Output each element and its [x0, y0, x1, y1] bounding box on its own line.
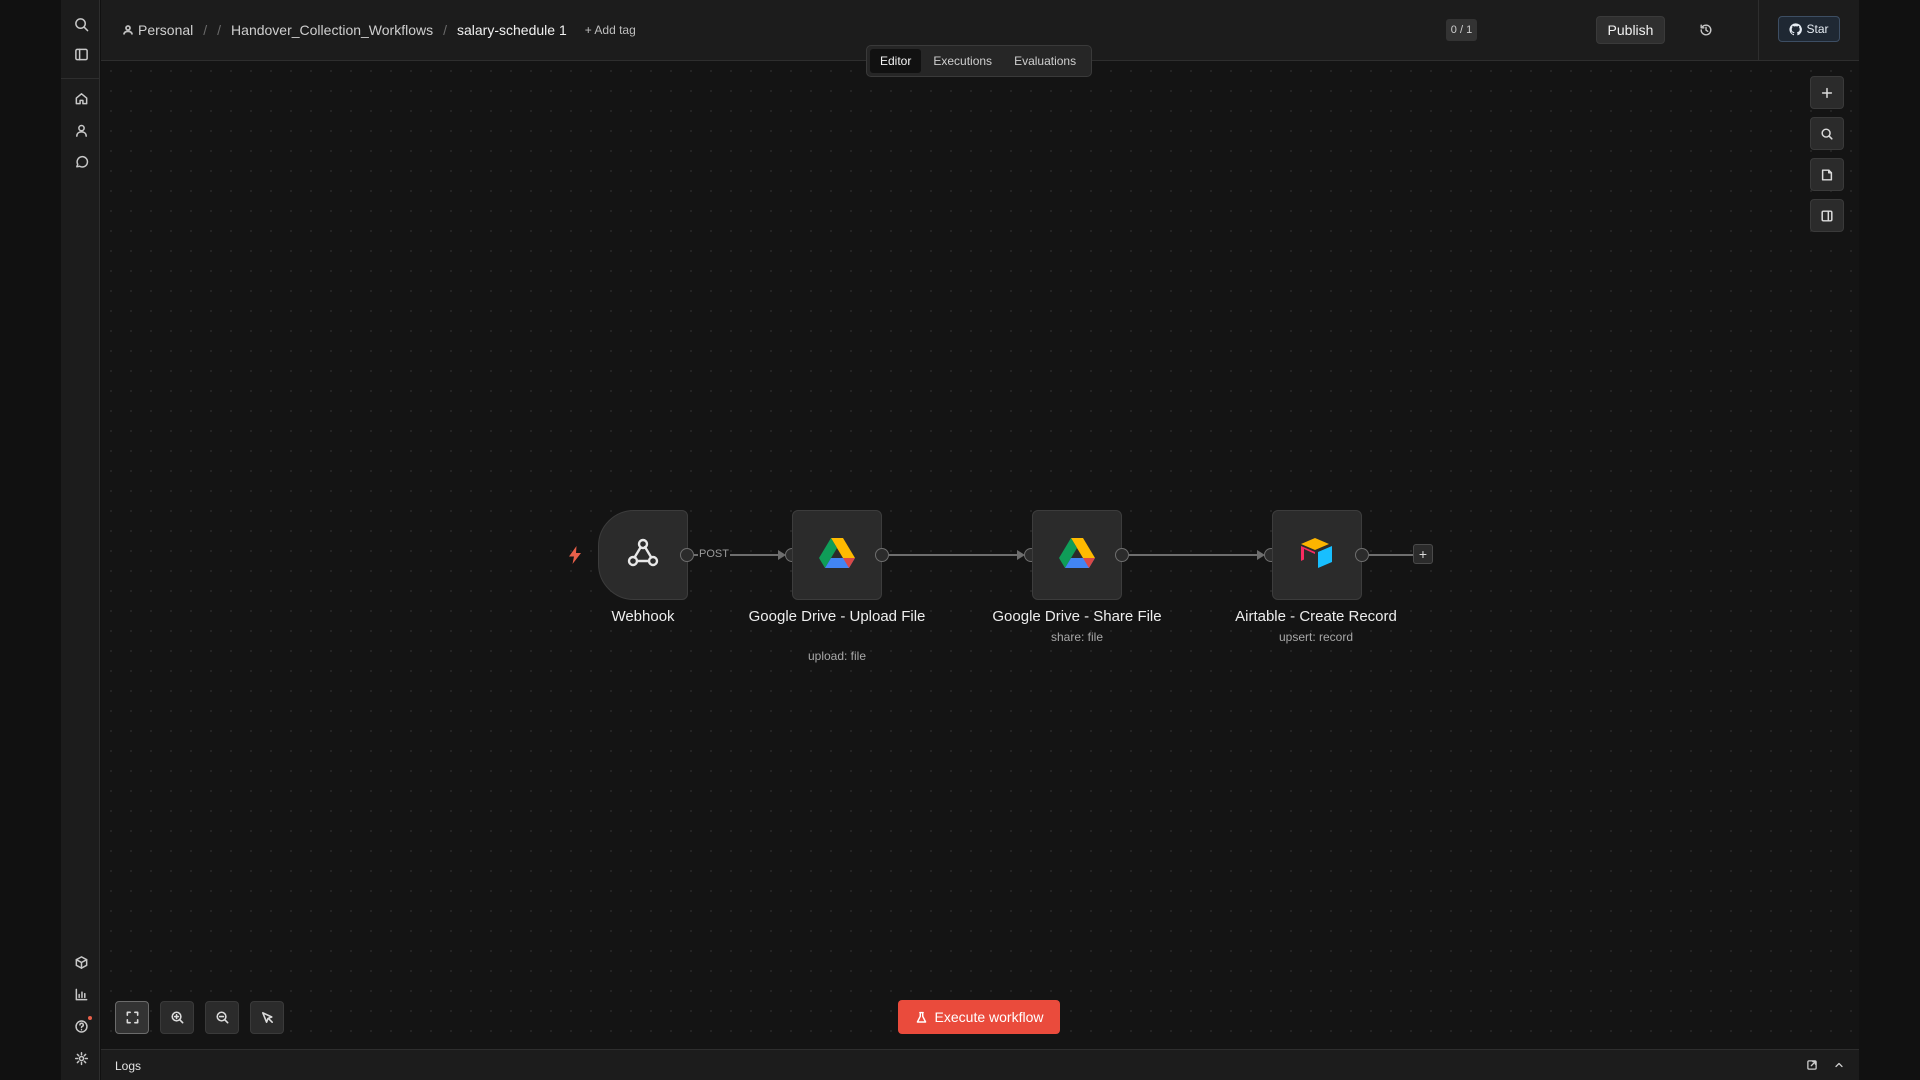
github-icon — [1789, 22, 1803, 35]
github-star-button[interactable]: Star — [1778, 16, 1840, 42]
share-output-port[interactable] — [1115, 548, 1129, 562]
tab-executions[interactable]: Executions — [923, 49, 1002, 73]
node-subtitle: upload: file — [807, 649, 867, 663]
zoom-out-button[interactable] — [205, 1001, 239, 1034]
breadcrumb-separator: / — [203, 22, 208, 38]
home-icon[interactable] — [71, 88, 91, 108]
left-sidebar — [61, 0, 100, 1080]
insights-icon[interactable] — [71, 984, 91, 1004]
add-tag-button[interactable]: + Add tag — [585, 23, 636, 37]
connection-line[interactable] — [1129, 554, 1261, 556]
google-drive-icon — [1057, 533, 1097, 578]
execute-workflow-button[interactable]: Execute workflow — [898, 1000, 1060, 1034]
pop-out-icon[interactable] — [1805, 1058, 1819, 1072]
zoom-in-button[interactable] — [160, 1001, 194, 1034]
fit-view-button[interactable] — [115, 1001, 149, 1034]
node-title: Webhook — [611, 608, 675, 625]
logs-label: Logs — [115, 1059, 142, 1073]
webhook-node[interactable] — [598, 510, 688, 600]
app-root: Personal / / Handover_Collection_Workflo… — [0, 0, 1920, 1080]
add-node-button[interactable] — [1810, 76, 1844, 109]
breadcrumb-ellipsis-separator: / — [217, 22, 222, 38]
breadcrumb: Personal / / Handover_Collection_Workflo… — [123, 20, 636, 40]
google-drive-icon — [817, 533, 857, 578]
add-next-node-button[interactable]: + — [1413, 544, 1433, 564]
publish-button[interactable]: Publish — [1596, 16, 1665, 44]
edge-label: POST — [698, 548, 730, 560]
upload-output-port[interactable] — [875, 548, 889, 562]
airtable-icon — [1297, 533, 1337, 578]
user-icon[interactable] — [71, 120, 91, 140]
airtable-output-port[interactable] — [1355, 548, 1369, 562]
node-subtitle: share: file — [1050, 630, 1104, 644]
history-icon[interactable] — [1697, 21, 1715, 39]
execute-label: Execute workflow — [934, 1009, 1044, 1025]
settings-icon[interactable] — [71, 1048, 91, 1068]
version-counter: 0 / 1 — [1446, 19, 1477, 41]
node-subtitle: upsert: record — [1278, 630, 1354, 644]
star-label: Star — [1806, 22, 1829, 36]
node-title: Google Drive - Share File — [992, 608, 1162, 625]
webhook-output-port[interactable] — [680, 548, 694, 562]
notification-dot — [88, 1016, 92, 1020]
view-tabs: Editor Executions Evaluations — [866, 45, 1092, 77]
logs-panel-bar[interactable]: Logs — [101, 1049, 1859, 1080]
connection-line[interactable] — [889, 554, 1021, 556]
chevron-up-icon[interactable] — [1832, 1058, 1846, 1072]
node-title: Google Drive - Upload File — [748, 608, 926, 625]
toggle-panel-button[interactable] — [1810, 199, 1844, 232]
webhook-icon — [623, 533, 663, 578]
tidy-up-button[interactable] — [250, 1001, 284, 1034]
tab-evaluations[interactable]: Evaluations — [1004, 49, 1086, 73]
node-title: Airtable - Create Record — [1235, 608, 1397, 625]
breadcrumb-owner[interactable]: Personal — [138, 22, 193, 38]
trigger-bolt-icon — [568, 546, 582, 564]
tab-editor[interactable]: Editor — [870, 49, 922, 73]
right-margin — [1859, 0, 1920, 1080]
search-icon[interactable] — [71, 14, 91, 34]
airtable-create-record-node[interactable] — [1272, 510, 1362, 600]
help-icon[interactable] — [71, 1016, 92, 1036]
sticky-note-button[interactable] — [1810, 158, 1844, 191]
templates-icon[interactable] — [71, 952, 91, 972]
flask-icon — [916, 1011, 926, 1023]
breadcrumb-folder[interactable]: Handover_Collection_Workflows — [231, 22, 433, 38]
sidebar-toggle-icon[interactable] — [71, 44, 91, 64]
google-drive-upload-node[interactable] — [792, 510, 882, 600]
person-icon — [123, 22, 138, 38]
connection-line — [1369, 554, 1413, 556]
chat-icon[interactable] — [71, 152, 91, 172]
google-drive-share-node[interactable] — [1032, 510, 1122, 600]
search-nodes-button[interactable] — [1810, 117, 1844, 150]
workflow-name[interactable]: salary-schedule 1 — [457, 22, 567, 38]
breadcrumb-separator: / — [443, 22, 447, 38]
